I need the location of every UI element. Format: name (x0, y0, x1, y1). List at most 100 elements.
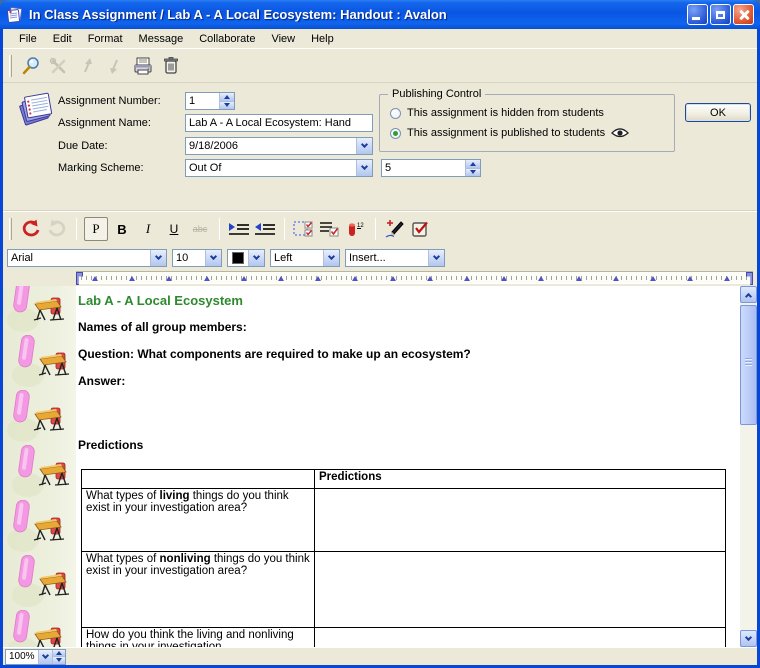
tab-stop-marker[interactable] (576, 276, 582, 281)
answer-cell[interactable] (315, 489, 726, 552)
undo-button[interactable] (19, 217, 43, 241)
scroll-down-button[interactable] (740, 630, 757, 647)
tab-stop-marker[interactable] (724, 276, 730, 281)
tab-stop-marker[interactable] (501, 276, 507, 281)
assignment-name-input[interactable]: Lab A - A Local Ecosystem: Hand (185, 114, 373, 132)
tab-stop-marker[interactable] (278, 276, 284, 281)
marking-scheme-dropdown-arrow[interactable] (356, 160, 372, 176)
tab-stop-marker[interactable] (129, 276, 135, 281)
zoom-tool-button[interactable] (17, 52, 45, 80)
assignment-number-stepper[interactable]: 1 (185, 92, 235, 110)
redo-button[interactable] (45, 217, 69, 241)
strikethrough-button[interactable]: abc (188, 217, 212, 241)
toolbar-grip[interactable] (9, 55, 12, 77)
tab-stop-marker[interactable] (92, 276, 98, 281)
tab-stop-marker[interactable] (315, 276, 321, 281)
bold-button[interactable]: B (110, 217, 134, 241)
hidden-radio[interactable] (390, 108, 401, 119)
stationery-strip (3, 286, 76, 647)
alignment-arrow[interactable] (323, 250, 339, 266)
tab-stop-marker[interactable] (464, 276, 470, 281)
menu-collaborate[interactable]: Collaborate (191, 31, 263, 47)
tab-stop-marker[interactable] (650, 276, 656, 281)
zoom-spin-buttons[interactable] (52, 650, 65, 664)
history-back-button[interactable] (73, 52, 101, 80)
title-bar[interactable]: In Class Assignment / Lab A - A Local Ec… (0, 0, 760, 29)
marking-scheme-label: Marking Scheme: (58, 162, 144, 174)
decrease-indent-button[interactable] (253, 217, 277, 241)
form-field-button[interactable] (292, 217, 316, 241)
published-radio[interactable] (390, 128, 401, 139)
chevron-down-icon (745, 633, 752, 640)
tab-stop-marker[interactable] (166, 276, 172, 281)
tab-stop-marker[interactable] (427, 276, 433, 281)
menu-edit[interactable]: Edit (45, 31, 80, 47)
undo-icon (21, 219, 41, 239)
vertical-scrollbar[interactable] (740, 286, 757, 647)
underline-icon: U (170, 222, 179, 236)
ok-button-label: OK (710, 107, 726, 119)
answer-cell[interactable] (315, 628, 726, 648)
menu-help[interactable]: Help (303, 31, 342, 47)
insert-dropdown[interactable]: Insert... (345, 249, 445, 267)
scrollbar-thumb[interactable] (740, 305, 757, 425)
scroll-up-button[interactable] (740, 286, 757, 303)
font-size-arrow[interactable] (205, 250, 221, 266)
due-date-dropdown[interactable]: 9/18/2006 (185, 137, 373, 155)
due-date-dropdown-arrow[interactable] (356, 138, 372, 154)
checklist-button[interactable] (318, 217, 342, 241)
font-family-dropdown[interactable]: Arial (7, 249, 167, 267)
ruler-bar[interactable] (76, 271, 753, 284)
italic-button[interactable]: I (136, 217, 160, 241)
increase-indent-button[interactable] (227, 217, 251, 241)
menu-format[interactable]: Format (80, 31, 131, 47)
magnifier-icon (20, 55, 42, 77)
history-forward-button[interactable] (101, 52, 129, 80)
tab-stop-marker[interactable] (204, 276, 210, 281)
print-button[interactable] (129, 52, 157, 80)
tab-stop-marker[interactable] (352, 276, 358, 281)
delete-button[interactable] (157, 52, 185, 80)
underline-button[interactable]: U (162, 217, 186, 241)
zoom-value: 100% (6, 650, 38, 664)
tab-stop-marker[interactable] (687, 276, 693, 281)
bold-icon: B (117, 222, 126, 237)
marking-scheme-dropdown[interactable]: Out Of (185, 159, 373, 177)
answer-cell[interactable] (315, 552, 726, 628)
document-page[interactable]: Lab A - A Local Ecosystem Names of all g… (76, 286, 740, 647)
numbering-button[interactable]: 12 (344, 217, 368, 241)
marking-points-spin-buttons[interactable] (465, 160, 480, 176)
ok-button[interactable]: OK (685, 103, 751, 122)
zoom-dropdown-arrow[interactable] (38, 650, 52, 664)
menu-view[interactable]: View (263, 31, 303, 47)
tab-stop-marker[interactable] (241, 276, 247, 281)
close-button[interactable] (733, 4, 754, 25)
font-family-arrow[interactable] (150, 250, 166, 266)
font-size-value: 10 (173, 250, 205, 266)
hidden-radio-label: This assignment is hidden from students (407, 107, 604, 119)
question-cell: How do you think the living and nonlivin… (82, 628, 315, 648)
menu-message[interactable]: Message (131, 31, 192, 47)
alignment-dropdown[interactable]: Left (270, 249, 340, 267)
text-color-dropdown[interactable] (227, 249, 265, 267)
paragraph-style-button[interactable]: P (84, 217, 108, 241)
minimize-button[interactable] (687, 4, 708, 25)
marking-points-stepper[interactable]: 5 (381, 159, 481, 177)
font-size-dropdown[interactable]: 10 (172, 249, 222, 267)
zoom-control[interactable]: 100% (5, 649, 66, 665)
assignment-number-spin-buttons[interactable] (219, 93, 234, 109)
table-row: What types of living things do you think… (82, 489, 726, 552)
insert-arrow[interactable] (428, 250, 444, 266)
menu-file[interactable]: File (11, 31, 45, 47)
maximize-button[interactable] (710, 4, 731, 25)
tools-button[interactable] (45, 52, 73, 80)
approve-button[interactable] (409, 217, 433, 241)
eye-icon (611, 127, 629, 139)
signature-button[interactable] (383, 217, 407, 241)
tab-stop-marker[interactable] (390, 276, 396, 281)
text-color-arrow[interactable] (248, 250, 264, 266)
italic-icon: I (146, 221, 150, 237)
editor-toolbar-grip[interactable] (9, 218, 12, 240)
tab-stop-marker[interactable] (538, 276, 544, 281)
tab-stop-marker[interactable] (613, 276, 619, 281)
